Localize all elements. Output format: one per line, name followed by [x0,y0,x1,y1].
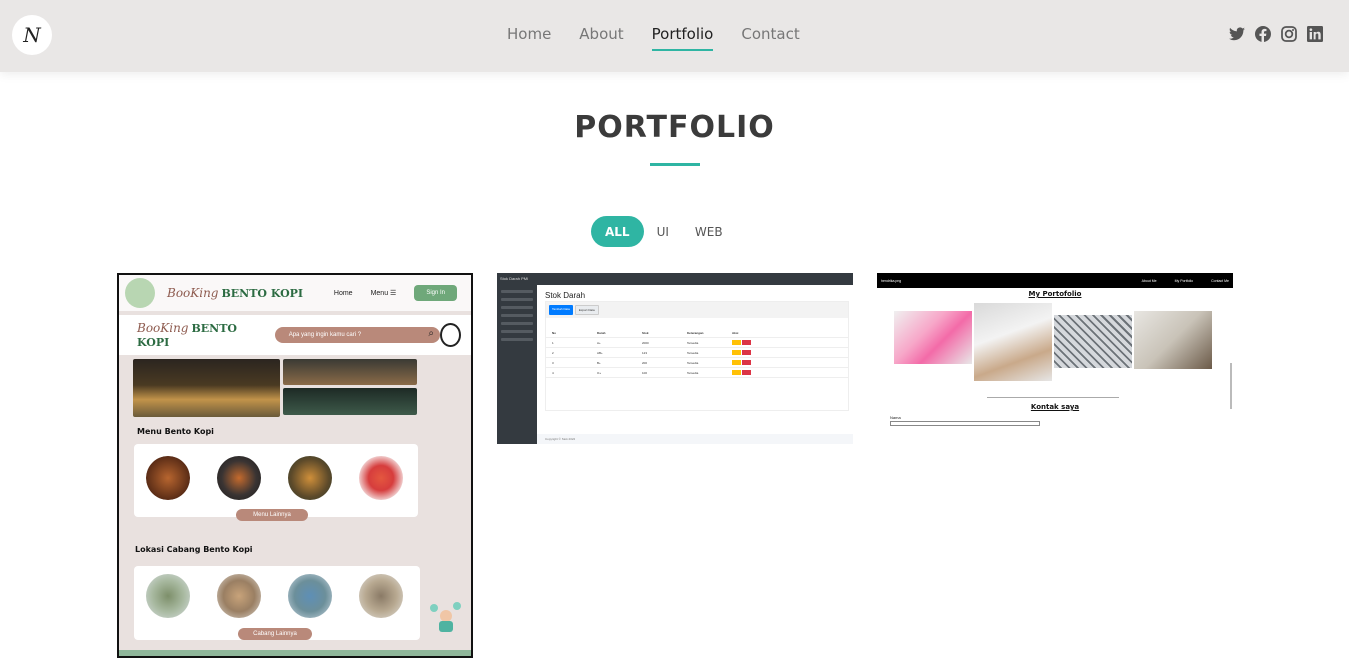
social-links [1229,26,1323,42]
bento-search-row: BooKing BENTO KOPI Apa yang ingin kamu ca… [119,315,471,355]
gallery-image [1134,311,1212,369]
main-nav: Home About Portfolio Contact [507,25,800,51]
menu-item-image [359,456,403,500]
gallery-image [1054,315,1132,368]
admin-main: Stok Darah Tambah Data Export Data No Dar… [537,285,853,444]
portfolio-link-portfolio: My Portfolio [1174,278,1194,283]
nav-home[interactable]: Home [507,25,551,43]
twitter-icon[interactable] [1229,26,1245,42]
bento-hero-photo [133,359,280,417]
portfolio-card-bento-kopi[interactable]: BooKing BENTO KOPI Home Menu ☰ Sign In Bo… [117,273,473,658]
portfolio-name-field [890,421,1040,426]
gallery-image [894,311,972,364]
bento-signin-button: Sign In [414,285,457,301]
admin-page-title: Stok Darah [545,291,586,300]
menu-item-image [217,456,261,500]
branch-image [288,574,332,618]
title-underline [650,163,700,166]
table-row: 3 B+ 200 Tersedia [546,358,848,368]
admin-topbar: Stok Darah PMI [497,273,853,285]
portfolio-field-label: Nama [890,415,901,420]
nav-about[interactable]: About [579,25,623,43]
bento-branch-heading: Lokasi Cabang Bento Kopi [135,545,253,554]
bento-search-bar: Apa yang ingin kamu cari ? [274,327,440,343]
portfolio-topbar: hendrika.png About Me My Portfolio Conta… [877,273,1233,288]
table-row: 2 AB+ 123 Tersedia [546,348,848,358]
admin-footer: Copyright © Stok 2022 [537,434,853,444]
branch-image [146,574,190,618]
portfolio-card-stok-darah[interactable]: Stok Darah PMI Stok Darah Tambah Data Ex… [497,273,853,444]
filter-ui[interactable]: UI [644,216,682,247]
filter-all[interactable]: ALL [591,216,644,247]
portfolio-filters: ALL UI WEB [591,216,736,247]
table-row: 4 O+ 100 Tersedia [546,368,848,378]
portfolio-card-my-portofolio[interactable]: hendrika.png About Me My Portfolio Conta… [877,273,1233,444]
chat-mascot-icon [428,600,464,632]
table-header-row: No Darah Stok Keterangan Aksi [546,328,848,338]
portfolio-link-contact: Contact Me [1211,278,1229,283]
bento-logo-icon [125,278,155,308]
branch-image [217,574,261,618]
bento-nav-menu: Menu ☰ [370,290,397,297]
facebook-icon[interactable] [1255,26,1271,42]
bento-nav-home: Home [333,289,353,297]
bento-menu-box: Menu Lainnya [134,444,418,521]
nav-portfolio[interactable]: Portfolio [651,25,713,51]
bento-menu-more-button: Menu Lainnya [236,509,308,521]
portfolio-gallery [877,298,1233,381]
bento-brand: BooKing BENTO KOPI [167,286,304,300]
bento-hero-images [119,355,471,417]
instagram-icon[interactable] [1281,26,1297,42]
menu-item-image [146,456,190,500]
bento-topbar: BooKing BENTO KOPI Home Menu ☰ Sign In [119,275,471,311]
menu-item-image [288,456,332,500]
linkedin-icon[interactable] [1307,26,1323,42]
bento-user-icon [440,323,461,347]
admin-table-panel: Tambah Data Export Data No Darah Stok Keter… [545,301,849,411]
bento-hero-photo-2 [283,359,417,385]
page-title: PORTFOLIO [574,110,775,145]
bento-brand-secondary: BooKing BENTO KOPI [137,321,237,349]
admin-sidebar [497,273,537,444]
site-header: N Home About Portfolio Contact [0,0,1349,72]
admin-add-button: Tambah Data [549,305,573,315]
bento-nav: Home Menu ☰ Sign In [334,285,457,301]
portfolio-heading: My Portofolio [1028,290,1082,298]
site-logo[interactable]: N [12,15,52,55]
bento-branch-box: Cabang Lainnya [134,566,420,640]
portfolio-brand: hendrika.png [881,278,902,283]
admin-export-button: Export Data [574,305,599,315]
portfolio-contact-heading: Kontak saya [1030,403,1080,411]
portfolio-scrollbar [1230,363,1232,409]
branch-image [359,574,403,618]
bento-hero-photo-3 [283,388,417,415]
bento-footer-strip [119,650,471,656]
bento-menu-heading: Menu Bento Kopi [137,427,214,436]
table-row: 1 A+ 2000 Tersedia [546,338,848,348]
gallery-image [974,303,1052,381]
filter-web[interactable]: WEB [682,216,736,247]
portfolio-link-about: About Me [1141,278,1157,283]
bento-branch-more-button: Cabang Lainnya [238,628,312,640]
nav-contact[interactable]: Contact [741,25,799,43]
